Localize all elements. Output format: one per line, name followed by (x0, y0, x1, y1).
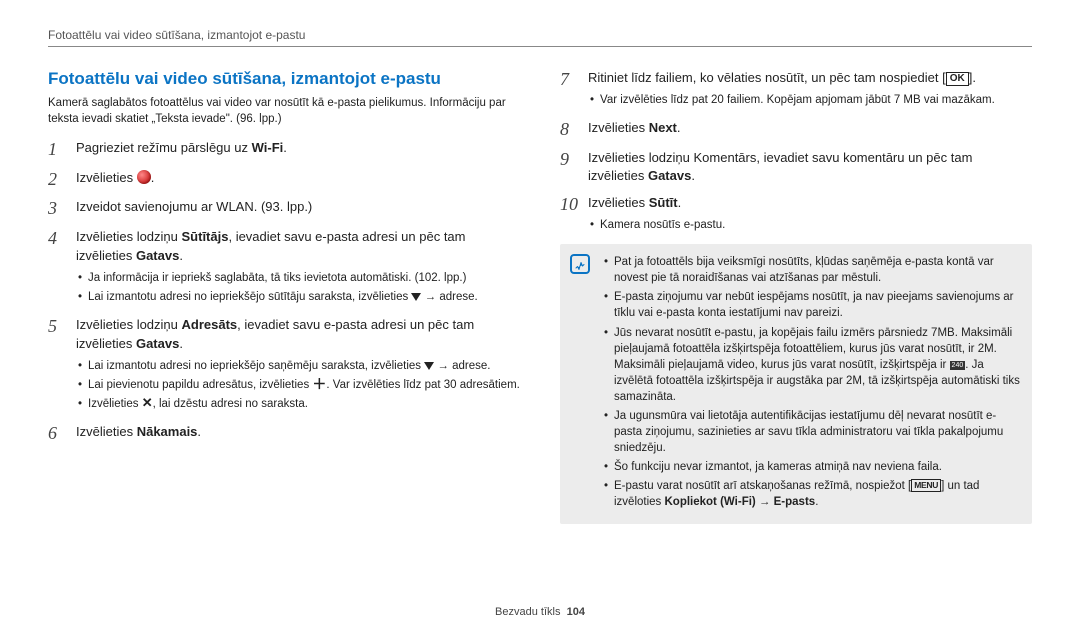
info-icon (570, 254, 590, 274)
chevron-down-icon (411, 293, 421, 301)
footer-section: Bezvadu tīkls (495, 606, 560, 618)
bullet: Lai izmantotu adresi no iepriekšējo saņē… (76, 358, 520, 374)
step-number: 10 (560, 194, 578, 236)
note-item: Pat ja fotoattēls bija veiksmīgi nosūtīt… (602, 254, 1020, 286)
bullet: Ja informācija ir iepriekš saglabāta, tā… (76, 270, 520, 286)
note-item: Ja ugunsmūra vai lietotāja autentifikāci… (602, 408, 1020, 456)
step-number: 1 (48, 139, 66, 161)
step-3: 3 Izveidot savienojumu ar WLAN. (93. lpp… (48, 198, 520, 220)
step-8: 8 Izvēlieties Next. (560, 119, 1032, 141)
step-9: 9 Izvēlieties lodziņu Komentārs, ievadie… (560, 149, 1032, 187)
step-text: Pagrieziet režīmu pārslēgu uz (76, 140, 252, 155)
page-title: Fotoattēlu vai video sūtīšana, izmantojo… (48, 69, 520, 89)
wifi-label: Wi-Fi (252, 140, 284, 155)
step-number: 9 (560, 149, 578, 187)
step-number: 8 (560, 119, 578, 141)
page-footer: Bezvadu tīkls 104 (0, 606, 1080, 618)
note-item: Šo funkciju nevar izmantot, ja kameras a… (602, 459, 1020, 475)
step-1: 1 Pagrieziet režīmu pārslēgu uz Wi-Fi. (48, 139, 520, 161)
step-number: 6 (48, 423, 66, 445)
email-icon (137, 170, 151, 184)
step-6: 6 Izvēlieties Nākamais. (48, 423, 520, 445)
plus-icon: ＋ (312, 377, 326, 391)
close-icon: ✕ (142, 396, 153, 409)
step-7: 7 Ritiniet līdz failiem, ko vēlaties nos… (560, 69, 1032, 111)
step-10: 10 Izvēlieties Sūtīt. Kamera nosūtīs e-p… (560, 194, 1032, 236)
note-item: Jūs nevarat nosūtīt e-pastu, ja kopējais… (602, 325, 1020, 405)
bullet: Izvēlieties ✕, lai dzēstu adresi no sara… (76, 396, 520, 412)
note-item: E-pastu varat nosūtīt arī atskaņošanas r… (602, 478, 1020, 510)
step-2: 2 Izvēlieties . (48, 169, 520, 191)
note-box: Pat ja fotoattēls bija veiksmīgi nosūtīt… (560, 244, 1032, 523)
left-column: Fotoattēlu vai video sūtīšana, izmantojo… (48, 69, 520, 524)
right-column: 7 Ritiniet līdz failiem, ko vēlaties nos… (560, 69, 1032, 524)
page-number: 104 (567, 606, 585, 618)
bullet: Lai izmantotu adresi no iepriekšējo sūtī… (76, 289, 520, 305)
note-item: E-pasta ziņojumu var nebūt iespējams nos… (602, 289, 1020, 321)
menu-icon: MENU (911, 479, 941, 492)
step-text: Izvēlieties (76, 170, 137, 185)
bullet: Lai pievienotu papildu adresātus, izvēli… (76, 377, 520, 393)
resolution-icon: 240 (950, 361, 966, 370)
ok-icon: OK (946, 72, 969, 86)
breadcrumb: Fotoattēlu vai video sūtīšana, izmantojo… (48, 28, 1032, 47)
step-4: 4 Izvēlieties lodziņu Sūtītājs, ievadiet… (48, 228, 520, 308)
bullet: Var izvēlēties līdz pat 20 failiem. Kopē… (588, 92, 1032, 108)
intro-text: Kamerā saglabātos fotoattēlus vai video … (48, 95, 520, 127)
step-text: Izveidot savienojumu ar WLAN. (93. lpp.) (76, 199, 312, 214)
step-number: 5 (48, 316, 66, 415)
step-number: 4 (48, 228, 66, 308)
step-number: 3 (48, 198, 66, 220)
step-number: 7 (560, 69, 578, 111)
chevron-down-icon (424, 362, 434, 370)
step-5: 5 Izvēlieties lodziņu Adresāts, ievadiet… (48, 316, 520, 415)
step-number: 2 (48, 169, 66, 191)
bullet: Kamera nosūtīs e-pastu. (588, 217, 1032, 233)
